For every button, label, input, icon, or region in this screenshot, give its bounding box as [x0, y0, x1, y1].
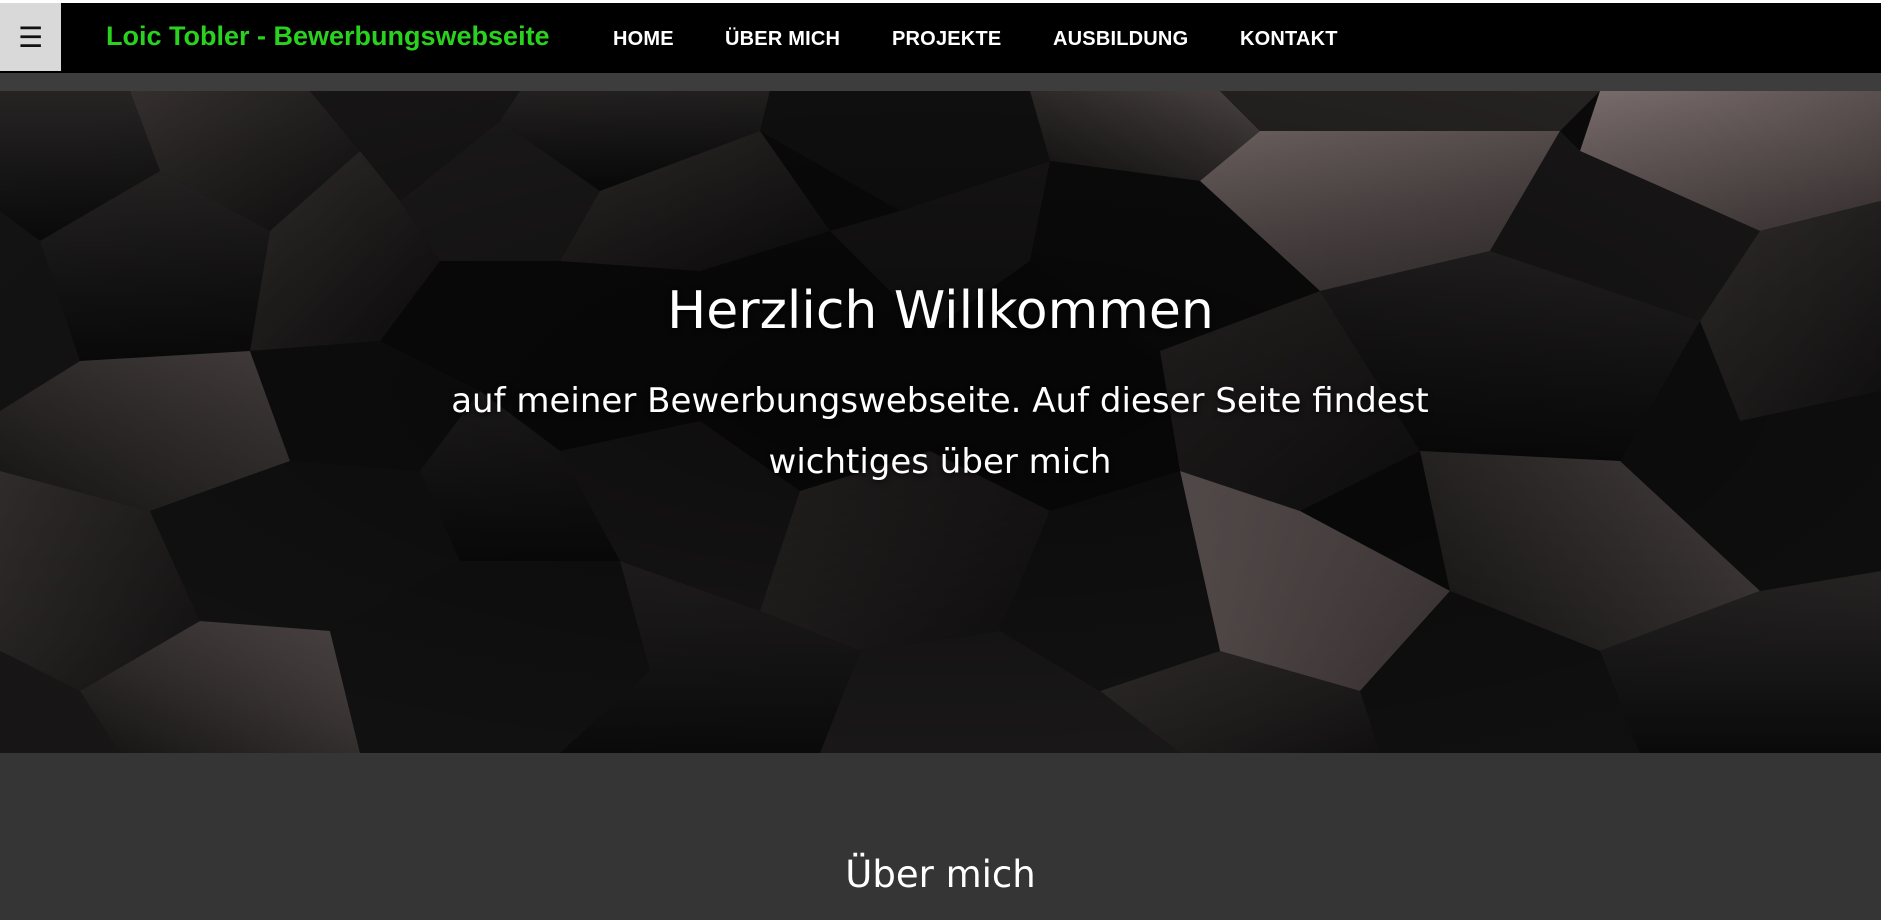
hero-subtitle: auf meiner Bewerbungswebseite. Auf diese… — [451, 381, 1429, 482]
about-title: Über mich — [845, 853, 1036, 896]
nav-link-projekte[interactable]: PROJEKTE — [892, 28, 1001, 51]
hero-section: Herzlich Willkommen auf meiner Bewerbung… — [0, 91, 1881, 753]
nav-link-home[interactable]: HOME — [613, 28, 674, 51]
nav-link-kontakt[interactable]: KONTAKT — [1240, 28, 1338, 51]
navbar-shadow-bar — [0, 73, 1881, 91]
hamburger-menu-button[interactable]: ☰ — [0, 3, 61, 71]
site-title[interactable]: Loic Tobler - Bewerbungswebseite — [106, 21, 550, 52]
navbar: ☰ Loic Tobler - Bewerbungswebseite HOME … — [0, 3, 1881, 73]
hamburger-menu-icon: ☰ — [17, 20, 44, 54]
hero-title: Herzlich Willkommen — [667, 281, 1214, 341]
about-section: Über mich — [0, 753, 1881, 920]
nav-link-ueber-mich[interactable]: ÜBER MICH — [725, 28, 840, 51]
nav-link-ausbildung[interactable]: AUSBILDUNG — [1053, 28, 1188, 51]
